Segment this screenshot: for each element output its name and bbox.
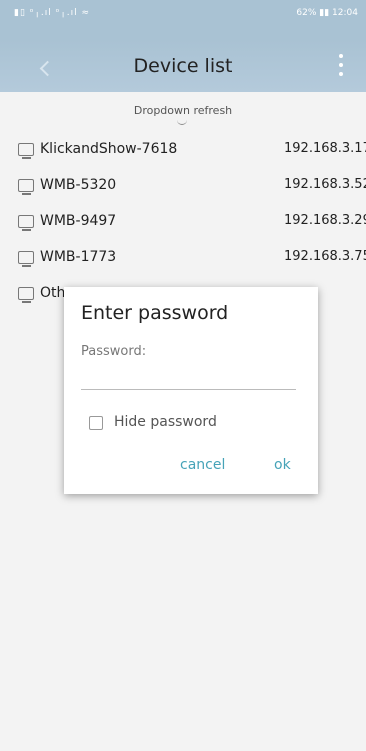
device-icon [18,215,34,231]
battery-clock: 62% ▮▮ 12:04 [296,8,358,18]
cancel-button[interactable]: cancel [180,457,225,473]
device-name: Oth [40,285,66,301]
more-menu-button[interactable] [328,48,354,84]
kebab-menu-icon [339,54,343,58]
device-row[interactable]: WMB-1773 192.168.3.75 [0,240,366,276]
password-input[interactable] [81,365,296,390]
status-icons: ▮▯ ᵒ╷.ıl ᵒ╷.ıl ≈ [14,8,91,18]
password-dialog: Enter password Password: Hide password c… [64,287,318,494]
device-name: WMB-9497 [40,213,117,229]
device-icon [18,287,34,303]
device-row[interactable]: KlickandShow-7618 192.168.3.17 [0,132,366,168]
device-name: KlickandShow-7618 [40,141,178,157]
page-title: Device list [133,55,233,77]
device-name: WMB-1773 [40,249,117,265]
device-ip: 192.168.3.52 [284,177,366,192]
device-ip: 192.168.3.29 [284,213,366,228]
device-icon [18,179,34,195]
device-icon [18,143,34,159]
pull-arrow-icon [177,118,187,125]
device-row[interactable]: WMB-9497 192.168.3.29 [0,204,366,240]
refresh-hint: Dropdown refresh [133,104,233,117]
hide-password-label: Hide password [114,414,217,430]
phone-screen: ▮▯ ᵒ╷.ıl ᵒ╷.ıl ≈ 62% ▮▮ 12:04 Device lis… [0,0,366,751]
device-icon [18,251,34,267]
device-ip: 192.168.3.75 [284,249,366,264]
device-list: KlickandShow-7618 192.168.3.17 WMB-5320 … [0,132,366,312]
status-bar: ▮▯ ᵒ╷.ıl ᵒ╷.ıl ≈ 62% ▮▮ 12:04 [0,0,366,40]
ok-button[interactable]: ok [274,457,291,473]
dialog-title: Enter password [81,302,229,324]
hide-password-checkbox[interactable] [89,416,103,430]
device-name: WMB-5320 [40,177,117,193]
device-ip: 192.168.3.17 [284,141,366,156]
device-row[interactable]: WMB-5320 192.168.3.52 [0,168,366,204]
password-label: Password: [81,344,147,359]
